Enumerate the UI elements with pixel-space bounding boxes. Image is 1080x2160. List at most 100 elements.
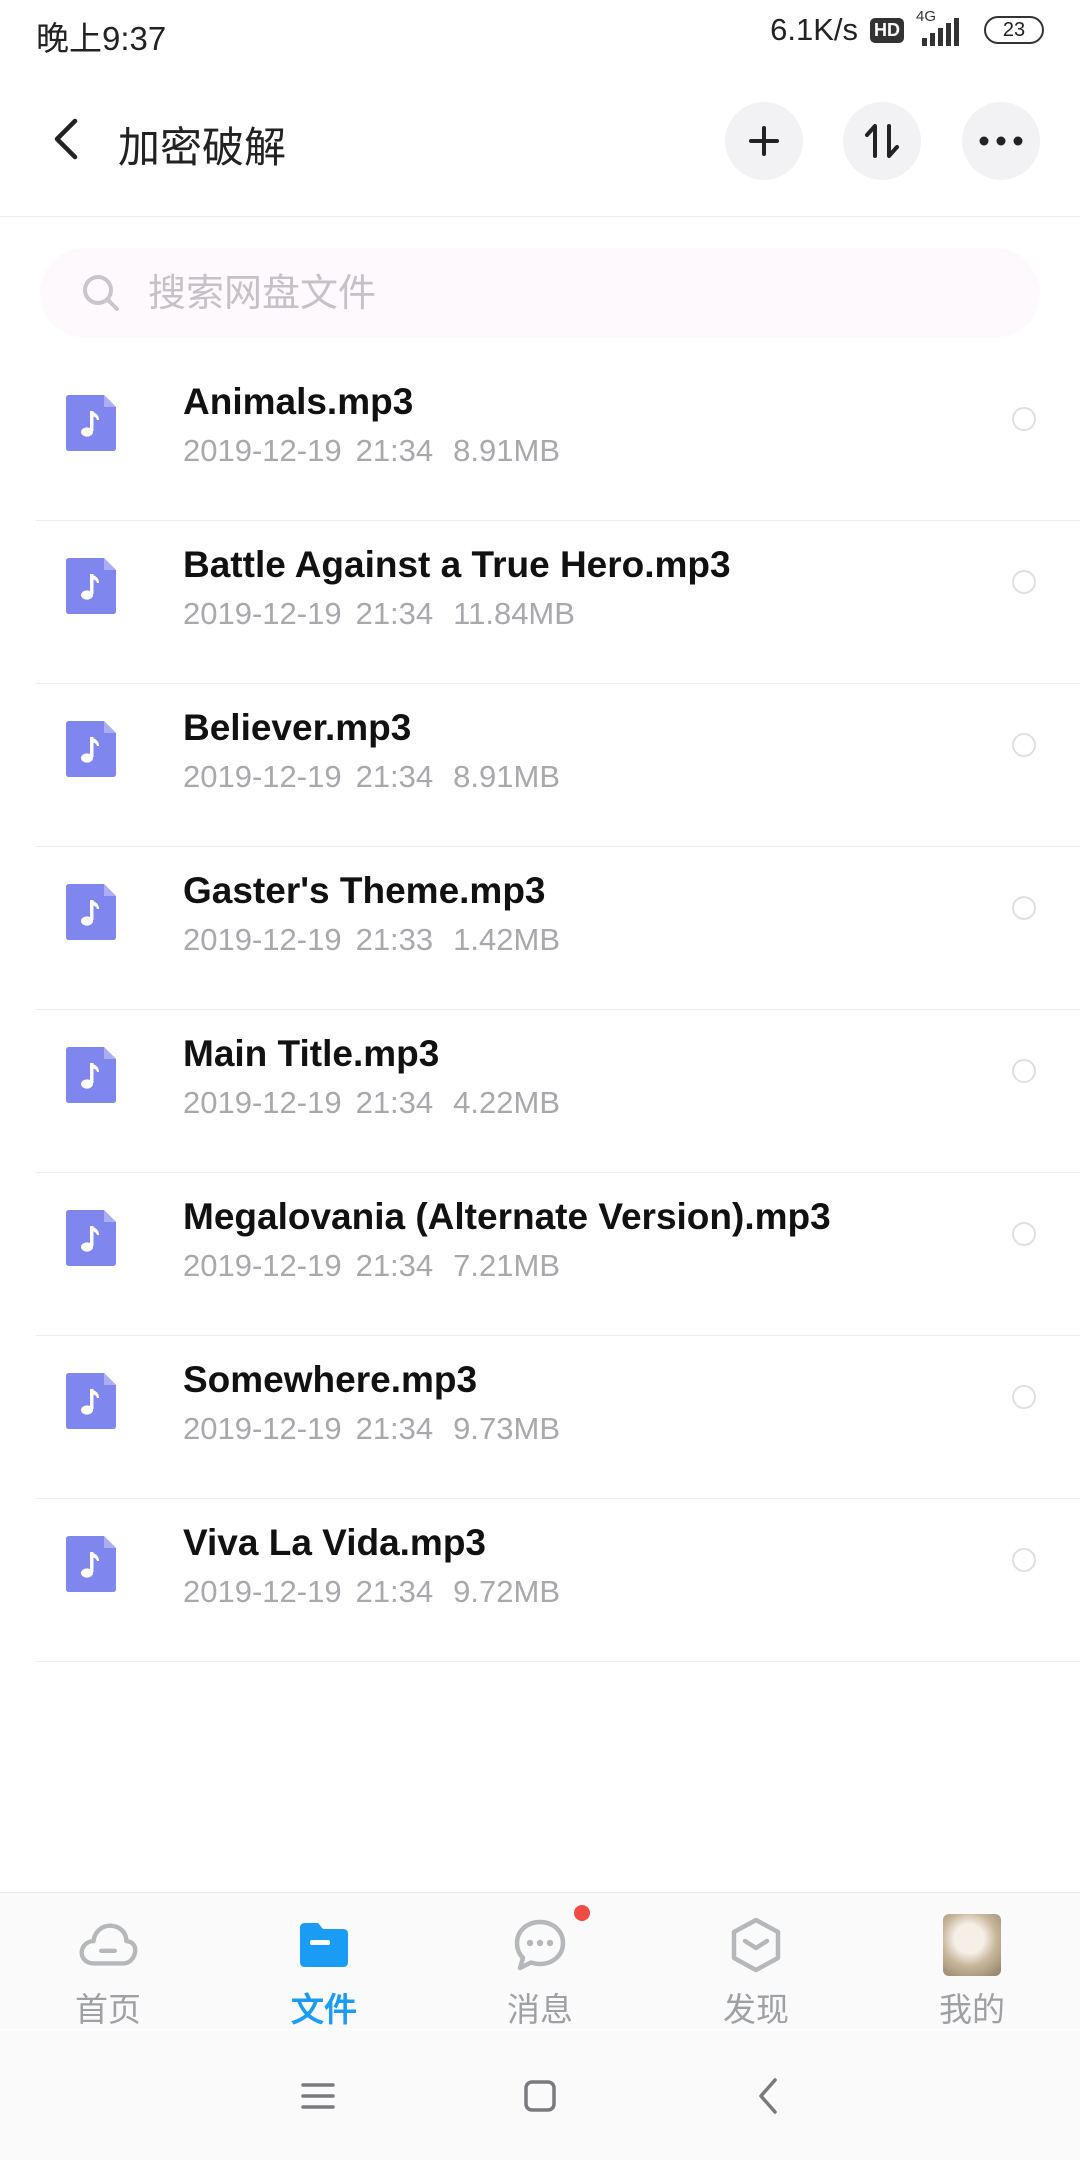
search-input[interactable] [146, 268, 1010, 320]
file-row[interactable]: Animals.mp3 2019-12-19 21:34 8.91MB [0, 358, 1080, 521]
cloud-icon [78, 1915, 138, 1975]
add-button[interactable] [725, 102, 803, 180]
file-time: 21:33 [355, 922, 434, 957]
system-back-button[interactable] [746, 2074, 790, 2118]
menu-button[interactable] [296, 2074, 340, 2118]
avatar [942, 1914, 1002, 1976]
file-time: 21:34 [355, 433, 434, 468]
file-date: 2019-12-19 [183, 922, 342, 957]
more-icon [979, 136, 1023, 146]
file-row[interactable]: Main Title.mp3 2019-12-19 21:34 4.22MB [0, 1010, 1080, 1173]
chat-icon [510, 1915, 570, 1975]
back-arrow-icon [54, 118, 78, 160]
notification-badge [574, 1905, 590, 1921]
file-time: 21:34 [355, 1411, 434, 1446]
battery-icon: 23 [984, 16, 1044, 44]
nav-files[interactable]: 文件 [216, 1893, 432, 2029]
file-list: Animals.mp3 2019-12-19 21:34 8.91MB Battle A… [0, 358, 1080, 1662]
nav-label-home: 首页 [75, 1991, 141, 2028]
file-row[interactable]: Somewhere.mp3 2019-12-19 21:34 9.73MB [0, 1336, 1080, 1499]
select-checkbox[interactable] [1012, 570, 1036, 594]
file-name: Somewhere.mp3 [183, 1359, 478, 1400]
home-button[interactable] [518, 2074, 562, 2118]
menu-icon [301, 2083, 335, 2109]
discover-icon [726, 1915, 786, 1975]
music-file-icon [66, 558, 116, 614]
bottom-nav: 首页 文件 消息 发现 我的 [0, 1892, 1080, 2029]
file-date: 2019-12-19 [183, 1085, 342, 1120]
nav-profile[interactable]: 我的 [864, 1893, 1080, 2029]
header: 加密破解 [0, 66, 1080, 217]
file-size: 9.72MB [453, 1574, 560, 1609]
network-speed: 6.1K/s [770, 12, 858, 47]
file-size: 9.73MB [453, 1411, 560, 1446]
file-date: 2019-12-19 [183, 759, 342, 794]
more-button[interactable] [962, 102, 1040, 180]
music-file-icon [66, 884, 116, 940]
file-size: 8.91MB [453, 433, 560, 468]
nav-label-discover: 发现 [723, 1991, 789, 2028]
status-time: 晚上9:37 [36, 20, 167, 57]
file-size: 4.22MB [453, 1085, 560, 1120]
select-checkbox[interactable] [1012, 1385, 1036, 1409]
file-name: Believer.mp3 [183, 707, 412, 748]
select-checkbox[interactable] [1012, 1059, 1036, 1083]
file-name: Main Title.mp3 [183, 1033, 440, 1074]
file-size: 7.21MB [453, 1248, 560, 1283]
nav-label-files: 文件 [291, 1991, 357, 2028]
music-file-icon [66, 1047, 116, 1103]
file-meta: 2019-12-19 21:34 8.91MB [183, 759, 560, 795]
file-meta: 2019-12-19 21:34 8.91MB [183, 433, 560, 469]
select-checkbox[interactable] [1012, 896, 1036, 920]
status-indicators: 6.1K/s HD 4G 23 [770, 8, 1044, 48]
hd-icon: HD [870, 17, 904, 43]
folder-icon [294, 1915, 354, 1975]
file-meta: 2019-12-19 21:34 11.84MB [183, 596, 575, 632]
file-size: 11.84MB [453, 596, 575, 631]
back-button[interactable] [44, 114, 88, 164]
music-file-icon [66, 721, 116, 777]
status-bar: 晚上9:37 6.1K/s HD 4G 23 [0, 0, 1080, 66]
file-meta: 2019-12-19 21:34 9.73MB [183, 1411, 560, 1447]
nav-label-messages: 消息 [507, 1991, 573, 2028]
file-date: 2019-12-19 [183, 1411, 342, 1446]
select-checkbox[interactable] [1012, 733, 1036, 757]
plus-icon [749, 126, 779, 156]
select-checkbox[interactable] [1012, 1222, 1036, 1246]
home-square-icon [524, 2080, 556, 2112]
sort-icon [865, 124, 899, 158]
file-time: 21:34 [355, 596, 434, 631]
select-checkbox[interactable] [1012, 1548, 1036, 1572]
file-size: 1.42MB [453, 922, 560, 957]
music-file-icon [66, 395, 116, 451]
file-date: 2019-12-19 [183, 596, 342, 631]
file-row[interactable]: Gaster's Theme.mp3 2019-12-19 21:33 1.42MB [0, 847, 1080, 1010]
select-checkbox[interactable] [1012, 407, 1036, 431]
file-row[interactable]: Believer.mp3 2019-12-19 21:34 8.91MB [0, 684, 1080, 847]
file-meta: 2019-12-19 21:34 4.22MB [183, 1085, 560, 1121]
file-name: Battle Against a True Hero.mp3 [183, 544, 731, 585]
search-icon [83, 275, 119, 311]
page-title: 加密破解 [118, 124, 287, 171]
file-name: Gaster's Theme.mp3 [183, 870, 546, 911]
file-meta: 2019-12-19 21:34 9.72MB [183, 1574, 560, 1610]
sort-button[interactable] [843, 102, 921, 180]
file-time: 21:34 [355, 1574, 434, 1609]
file-time: 21:34 [355, 1085, 434, 1120]
file-meta: 2019-12-19 21:33 1.42MB [183, 922, 560, 958]
file-name: Animals.mp3 [183, 381, 414, 422]
music-file-icon [66, 1373, 116, 1429]
nav-discover[interactable]: 发现 [648, 1893, 864, 2029]
nav-label-profile: 我的 [939, 1991, 1005, 2028]
file-row[interactable]: Battle Against a True Hero.mp3 2019-12-19… [0, 521, 1080, 684]
signal-icon: 4G [916, 8, 972, 48]
search-bar[interactable] [40, 248, 1040, 338]
file-row[interactable]: Viva La Vida.mp3 2019-12-19 21:34 9.72MB [0, 1499, 1080, 1662]
nav-messages[interactable]: 消息 [432, 1893, 648, 2029]
music-file-icon [66, 1536, 116, 1592]
nav-home[interactable]: 首页 [0, 1893, 216, 2029]
battery-level: 23 [1002, 18, 1026, 41]
file-row[interactable]: Megalovania (Alternate Version).mp3 2019-… [0, 1173, 1080, 1336]
file-date: 2019-12-19 [183, 1248, 342, 1283]
file-time: 21:34 [355, 759, 434, 794]
